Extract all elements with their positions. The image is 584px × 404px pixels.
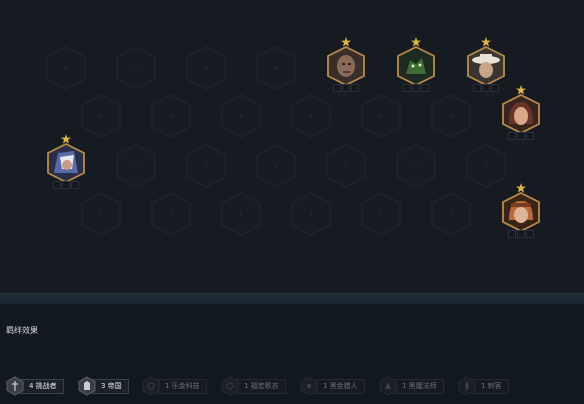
hex-slot[interactable]	[361, 192, 401, 236]
hex-slot[interactable]	[116, 144, 156, 188]
game-board	[0, 0, 584, 293]
unit-hooded-assassin[interactable]	[46, 134, 86, 194]
champion-portrait	[327, 46, 365, 86]
bond-title: 羁绊效果	[6, 326, 38, 335]
hex-slot[interactable]	[291, 192, 331, 236]
trait-gear[interactable]: 1 福宏歌衣	[221, 375, 286, 397]
item-slots	[401, 84, 431, 93]
champion-portrait	[397, 46, 435, 86]
mage-icon	[379, 376, 397, 396]
hex-slot[interactable]	[256, 144, 296, 188]
board-divider	[0, 293, 584, 304]
hex-slot[interactable]	[151, 94, 191, 138]
item-slots	[51, 181, 81, 190]
unit-white-hat-gunner[interactable]	[466, 37, 506, 97]
champion-portrait	[47, 143, 85, 183]
hex-slot[interactable]	[221, 94, 261, 138]
hex-slot[interactable]	[361, 94, 401, 138]
hex-slot[interactable]	[186, 46, 226, 90]
champion-portrait	[467, 46, 505, 86]
unit-brunette-heroine[interactable]	[501, 85, 541, 145]
trait-label: 1 乐金科技	[156, 378, 207, 394]
trait-label: 1 福宏歌衣	[235, 378, 286, 394]
trait-label: 1 黑金猎人	[314, 378, 365, 394]
hex-slot[interactable]	[466, 144, 506, 188]
trait-tech[interactable]: 1 乐金科技	[142, 375, 207, 397]
hex-slot[interactable]	[326, 144, 366, 188]
challenger-icon	[6, 376, 24, 396]
hex-slot[interactable]	[396, 144, 436, 188]
trait-empire[interactable]: 3 帝国	[78, 375, 129, 397]
hex-slot[interactable]	[221, 192, 261, 236]
hunter-icon	[300, 376, 318, 396]
trait-hunter[interactable]: 1 黑金猎人	[300, 375, 365, 397]
hex-slot[interactable]	[81, 192, 121, 236]
assassin-icon	[458, 376, 476, 396]
trait-mage[interactable]: 1 黑魔法师	[379, 375, 444, 397]
hex-slot[interactable]	[431, 94, 471, 138]
unit-bald-fighter[interactable]	[326, 37, 366, 97]
hex-slot[interactable]	[151, 192, 191, 236]
champion-portrait	[502, 192, 540, 232]
trait-label: 1 刺客	[472, 378, 509, 394]
item-slots	[506, 132, 536, 141]
tech-icon	[142, 376, 160, 396]
item-slots	[471, 84, 501, 93]
trait-assassin[interactable]: 1 刺客	[458, 375, 509, 397]
trait-label: 3 帝国	[92, 378, 129, 394]
hex-slot[interactable]	[81, 94, 121, 138]
hex-slot[interactable]	[186, 144, 226, 188]
hex-slot[interactable]	[256, 46, 296, 90]
champion-portrait	[502, 94, 540, 134]
hex-slot[interactable]	[431, 192, 471, 236]
trait-label: 1 黑魔法师	[393, 378, 444, 394]
unit-red-hair-gunner[interactable]	[501, 183, 541, 243]
hex-slot[interactable]	[116, 46, 156, 90]
hex-slot[interactable]	[46, 46, 86, 90]
trait-label: 4 挑战者	[20, 378, 64, 394]
item-slots	[331, 84, 361, 93]
hex-slot[interactable]	[291, 94, 331, 138]
gear-icon	[221, 376, 239, 396]
unit-green-beast[interactable]	[396, 37, 436, 97]
trait-challenger[interactable]: 4 挑战者	[6, 375, 64, 397]
item-slots	[506, 230, 536, 239]
empire-icon	[78, 376, 96, 396]
